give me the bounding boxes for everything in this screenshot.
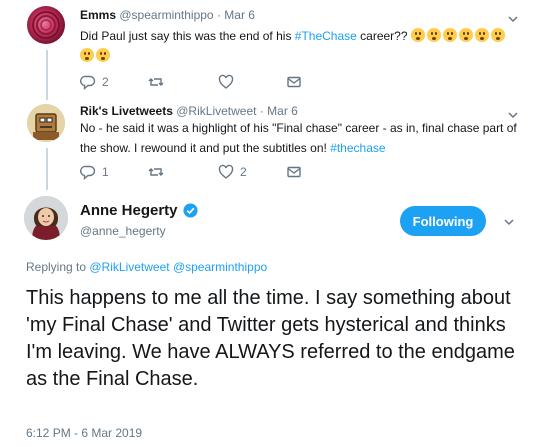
retweet-button[interactable] [148, 74, 218, 90]
chevron-down-icon[interactable] [502, 215, 516, 229]
main-tweet-text: This happens to me all the time. I say s… [26, 287, 515, 390]
verified-badge-icon [183, 203, 198, 218]
reply-button[interactable]: 2 [80, 74, 148, 90]
like-button[interactable] [218, 74, 286, 90]
like-count: 2 [240, 165, 247, 179]
retweet-icon [148, 168, 164, 176]
reply-icon [80, 75, 96, 90]
mention-link[interactable]: @spearminthippo [173, 260, 267, 274]
astonished-face-icon [80, 48, 94, 62]
avatar[interactable] [24, 196, 68, 240]
hashtag-link[interactable]: #thechase [330, 141, 385, 155]
astonished-face-icon [96, 48, 110, 62]
author-handle[interactable]: @anne_hegerty [80, 224, 166, 238]
retweet-icon [148, 78, 164, 86]
astonished-face-icon [474, 28, 489, 42]
tweet-timestamp[interactable]: 6:12 PM - 6 Mar 2019 [26, 426, 142, 440]
heart-icon [218, 164, 234, 179]
tweet-text-after: career?? [356, 29, 408, 43]
like-button[interactable]: 2 [218, 164, 286, 180]
retweet-button[interactable] [148, 164, 218, 180]
astonished-face-icon [442, 28, 457, 42]
tweet-text-main: Did Paul just say this was the end of hi… [80, 29, 295, 43]
message-button[interactable] [286, 164, 302, 180]
tweet-actions: 2 [80, 74, 302, 90]
tweet-actions: 1 2 [80, 164, 302, 180]
profile-photo [24, 196, 68, 240]
author-handle[interactable]: @RikLivetweet [176, 104, 256, 118]
reply-button[interactable]: 1 [80, 164, 148, 180]
reply-count: 1 [102, 165, 109, 179]
tweet-header: Emms @spearminthippo · Mar 6 [80, 8, 255, 22]
envelope-icon [287, 76, 301, 88]
message-button[interactable] [286, 74, 302, 90]
astonished-face-icon [426, 28, 441, 42]
astonished-face-icon [490, 28, 505, 42]
thread-line [46, 148, 48, 190]
tweet-text: Did Paul just say this was the end of hi… [80, 26, 520, 66]
reply-count: 2 [102, 75, 109, 89]
thread-line [46, 50, 48, 100]
avatar[interactable] [27, 104, 65, 142]
tweet-header: Rik's Livetweets @RikLivetweet · Mar 6 [80, 104, 298, 118]
reply-icon [80, 165, 96, 180]
character-image [27, 104, 65, 142]
rose-image [32, 11, 60, 39]
astonished-face-icon [458, 28, 473, 42]
author-name[interactable]: Anne Hegerty [80, 202, 178, 219]
tweet-text: No - he said it was a highlight of his "… [80, 118, 520, 158]
replying-prefix: Replying to [26, 260, 90, 274]
tweet-text-main: No - he said it was a highlight of his "… [80, 121, 517, 155]
author-name-row: Anne Hegerty [80, 202, 198, 219]
mention-link[interactable]: @RikLivetweet [89, 260, 169, 274]
astonished-face-icon [410, 28, 425, 42]
following-button[interactable]: Following [400, 206, 486, 236]
chevron-down-icon[interactable] [506, 12, 520, 26]
envelope-icon [287, 166, 301, 178]
heart-icon [218, 74, 234, 89]
author-name[interactable]: Emms [80, 8, 116, 22]
author-handle[interactable]: @spearminthippo [119, 8, 213, 22]
hashtag-link[interactable]: #TheChase [295, 29, 357, 43]
author-name[interactable]: Rik's Livetweets [80, 104, 173, 118]
tweet-date[interactable]: · Mar 6 [260, 104, 298, 118]
tweet-date[interactable]: · Mar 6 [217, 8, 255, 22]
replying-to: Replying to @RikLivetweet @spearminthipp… [26, 260, 267, 274]
avatar[interactable] [27, 6, 65, 44]
